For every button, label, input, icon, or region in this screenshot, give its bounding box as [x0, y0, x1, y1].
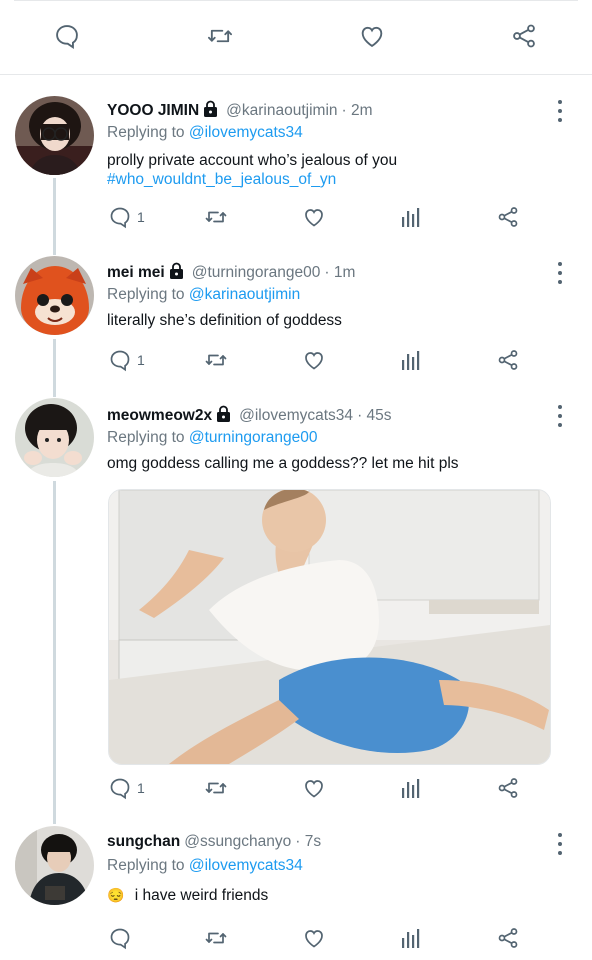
replying-to-link[interactable]: @ilovemycats34	[189, 124, 303, 141]
reply-button[interactable]: 1	[108, 776, 145, 800]
parent-tweet-action-bar	[0, 0, 592, 75]
more-icon[interactable]	[554, 100, 566, 122]
replying-to: Replying to @turningorange00	[107, 429, 318, 447]
tweet-media-image[interactable]	[108, 489, 551, 765]
reply-count: 1	[137, 780, 145, 796]
tweet-header: sungchan @ssungchanyo · 7s	[107, 833, 321, 851]
pensive-emoji: 😔	[107, 887, 125, 903]
timestamp: · 7s	[295, 833, 322, 850]
thread-connector	[53, 339, 56, 397]
analytics-icon[interactable]	[400, 926, 422, 950]
replying-to-link[interactable]: @ilovemycats34	[189, 857, 303, 874]
replying-to-link[interactable]: @turningorange00	[189, 429, 318, 446]
replying-to: Replying to @ilovemycats34	[107, 124, 303, 142]
timestamp: · 2m	[341, 102, 373, 119]
analytics-icon[interactable]	[400, 348, 422, 372]
retweet-icon[interactable]	[202, 926, 230, 950]
tweet-text: 😔 i have weird friends	[107, 886, 268, 905]
replying-to-label: Replying to	[107, 124, 185, 141]
avatar[interactable]	[15, 398, 94, 477]
heart-icon[interactable]	[302, 348, 326, 372]
replying-to-link[interactable]: @karinaoutjimin	[189, 286, 300, 303]
share-icon[interactable]	[496, 348, 520, 372]
comment-icon[interactable]	[52, 22, 82, 50]
reply-button[interactable]: 1	[108, 348, 145, 372]
heart-icon[interactable]	[357, 22, 387, 50]
timestamp: · 45s	[357, 407, 392, 424]
reply-button[interactable]	[108, 926, 137, 950]
tweet-text: prolly private account who’s jealous of …	[107, 151, 397, 189]
avatar[interactable]	[15, 256, 94, 335]
replying-to-label: Replying to	[107, 429, 185, 446]
comment-icon	[110, 928, 130, 950]
share-icon[interactable]	[496, 776, 520, 800]
display-name[interactable]: mei mei	[107, 264, 165, 282]
comment-icon	[110, 207, 130, 229]
username-handle[interactable]: @karinaoutjimin	[226, 102, 337, 120]
display-name[interactable]: meowmeow2x	[107, 407, 212, 425]
reply-count: 1	[137, 209, 145, 225]
replying-to: Replying to @ilovemycats34	[107, 857, 303, 875]
tweet-text-line: i have weird friends	[134, 887, 269, 904]
username-handle[interactable]: @ilovemycats34	[239, 407, 353, 425]
share-icon[interactable]	[496, 926, 520, 950]
analytics-icon[interactable]	[400, 205, 422, 229]
heart-icon[interactable]	[302, 205, 326, 229]
retweet-icon[interactable]	[202, 348, 230, 372]
comment-icon	[110, 778, 130, 800]
tweet-text: omg goddess calling me a goddess?? let m…	[107, 455, 459, 472]
replying-to-label: Replying to	[107, 286, 185, 303]
lock-icon	[216, 405, 231, 427]
lock-icon	[203, 100, 218, 122]
timestamp: · 1m	[324, 264, 356, 281]
reply-button[interactable]: 1	[108, 205, 145, 229]
top-divider	[14, 0, 578, 1]
share-icon[interactable]	[496, 205, 520, 229]
hashtag-link[interactable]: #who_wouldnt_be_jealous_of_yn	[107, 170, 397, 189]
username-handle[interactable]: @ssungchanyo	[184, 833, 291, 851]
more-icon[interactable]	[554, 833, 566, 855]
lock-icon	[169, 262, 184, 284]
display-name[interactable]: sungchan	[107, 833, 180, 851]
retweet-icon[interactable]	[202, 205, 230, 229]
analytics-icon[interactable]	[400, 776, 422, 800]
more-icon[interactable]	[554, 262, 566, 284]
tweet-text: literally she’s definition of goddess	[107, 312, 342, 329]
heart-icon[interactable]	[302, 926, 326, 950]
share-icon[interactable]	[509, 22, 539, 50]
thread-connector	[53, 178, 56, 255]
tweet-header: mei mei @turningorange00 · 1m	[107, 262, 355, 284]
avatar[interactable]	[15, 826, 94, 905]
reply-count: 1	[137, 352, 145, 368]
replying-to: Replying to @karinaoutjimin	[107, 286, 300, 304]
display-name[interactable]: YOOO JIMIN	[107, 102, 199, 120]
tweet-text-line: prolly private account who’s jealous of …	[107, 152, 398, 169]
comment-icon	[110, 350, 130, 372]
username-handle[interactable]: @turningorange00	[192, 264, 321, 282]
thread-connector	[53, 481, 56, 824]
more-icon[interactable]	[554, 405, 566, 427]
tweet-header: YOOO JIMIN @karinaoutjimin · 2m	[107, 100, 373, 122]
retweet-icon[interactable]	[202, 776, 230, 800]
retweet-icon[interactable]	[203, 22, 237, 50]
tweet-header: meowmeow2x @ilovemycats34 · 45s	[107, 405, 392, 427]
avatar[interactable]	[15, 96, 94, 175]
replying-to-label: Replying to	[107, 857, 185, 874]
heart-icon[interactable]	[302, 776, 326, 800]
